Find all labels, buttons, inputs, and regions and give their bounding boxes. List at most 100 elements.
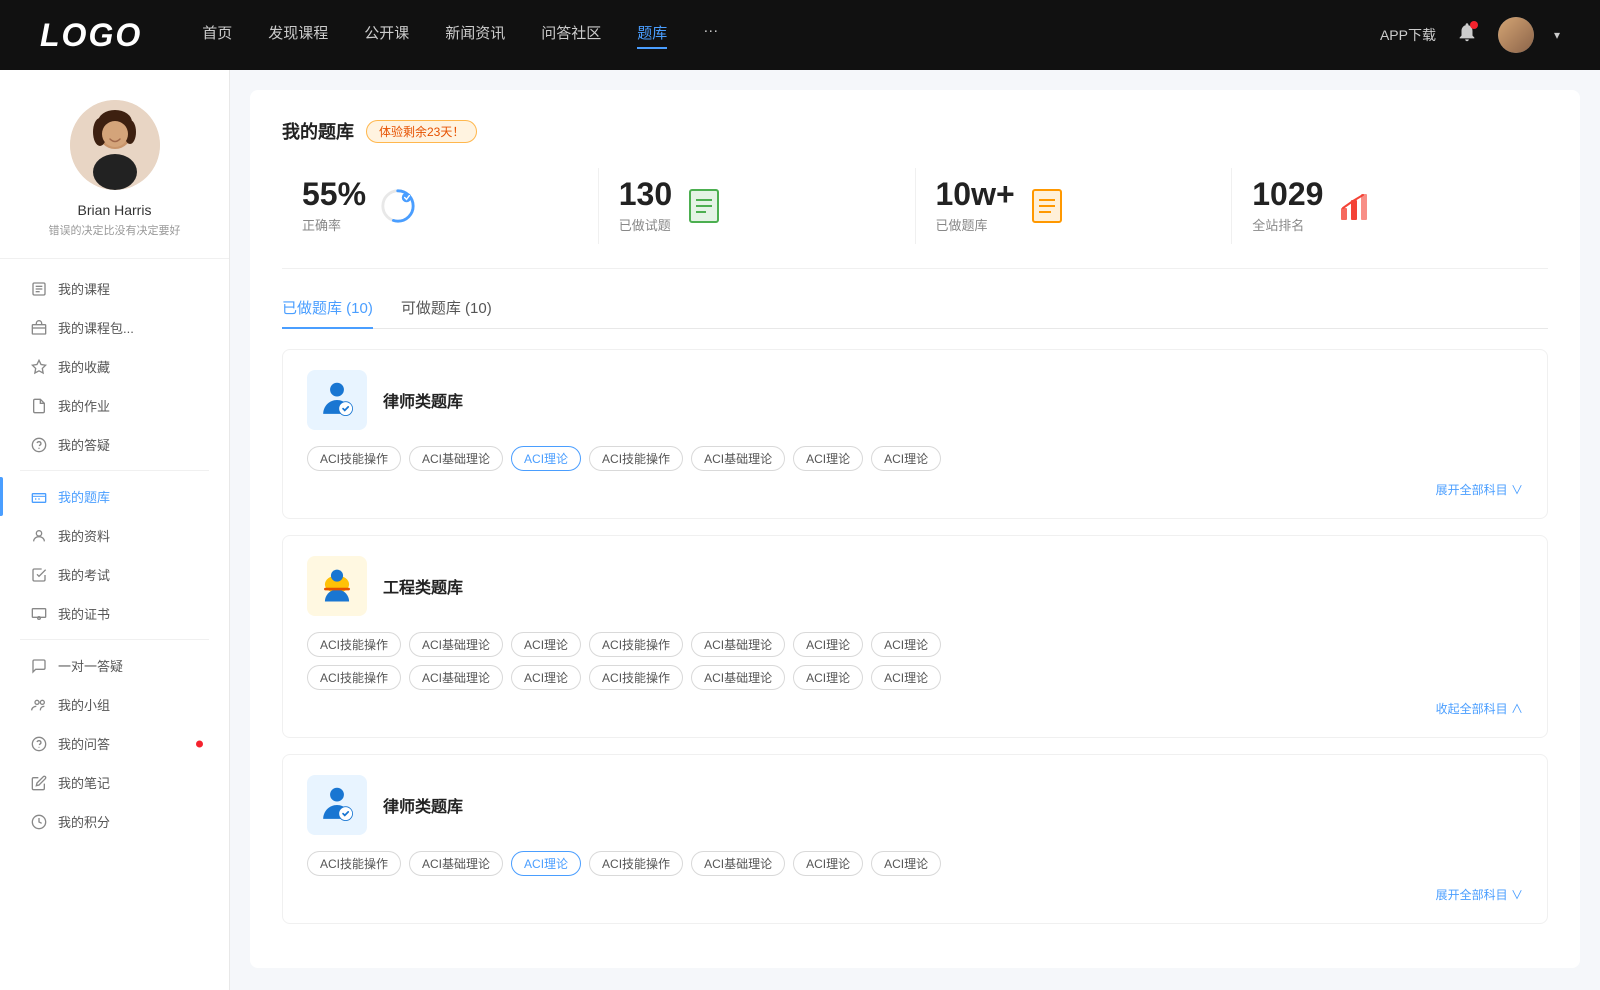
notification-dot (196, 740, 203, 747)
sidebar-item-question[interactable]: 我的问答 (0, 724, 229, 763)
main-layout: Brian Harris 错误的决定比没有决定要好 我的课程 我的课程包... (0, 70, 1600, 990)
bank-tag-selected[interactable]: ACI理论 (511, 446, 581, 471)
stat-done-banks: 10w+ 已做题库 (916, 168, 1233, 244)
stat-rank-value: 1029 (1252, 178, 1323, 210)
stat-accuracy: 55% 正确率 (282, 168, 599, 244)
sidebar-item-label: 我的积分 (58, 812, 110, 831)
nav-news[interactable]: 新闻资讯 (445, 22, 505, 49)
sidebar-item-points[interactable]: 我的积分 (0, 802, 229, 841)
bank-tag[interactable]: ACI基础理论 (691, 851, 785, 876)
nav-bank[interactable]: 题库 (637, 22, 667, 49)
sidebar-item-data[interactable]: 我的资料 (0, 516, 229, 555)
tab-done[interactable]: 已做题库 (10) (282, 297, 373, 328)
stat-accuracy-text: 55% 正确率 (302, 178, 366, 234)
bank-expand-2[interactable]: 收起全部科目 ∧ (307, 700, 1523, 717)
bank-tag[interactable]: ACI理论 (871, 632, 941, 657)
bank-card-header-3: 律师类题库 (307, 775, 1523, 835)
username: Brian Harris (78, 202, 152, 218)
bank-tag[interactable]: ACI基础理论 (409, 665, 503, 690)
nav-qa[interactable]: 问答社区 (541, 22, 601, 49)
engineer-svg (318, 567, 356, 605)
engineer-icon (307, 556, 367, 616)
accuracy-icon (380, 188, 416, 224)
avatar-image (1498, 17, 1534, 53)
bank-tag-selected[interactable]: ACI理论 (511, 851, 581, 876)
active-indicator (0, 477, 3, 516)
exam-icon (30, 566, 48, 584)
notification-bell[interactable] (1456, 21, 1478, 49)
bank-tag[interactable]: ACI理论 (871, 665, 941, 690)
nav-home[interactable]: 首页 (202, 22, 232, 49)
homework-icon (30, 397, 48, 415)
bank-tag[interactable]: ACI理论 (793, 851, 863, 876)
navbar-right: APP下载 ▾ (1380, 17, 1560, 53)
group-icon (30, 696, 48, 714)
sidebar-item-exam[interactable]: 我的考试 (0, 555, 229, 594)
sidebar-item-qa[interactable]: 我的答疑 (0, 425, 229, 464)
sidebar-item-package[interactable]: 我的课程包... (0, 308, 229, 347)
bank-tabs: 已做题库 (10) 可做题库 (10) (282, 297, 1548, 329)
circle-progress-icon (380, 187, 416, 225)
nav-open-course[interactable]: 公开课 (364, 22, 409, 49)
user-menu-chevron[interactable]: ▾ (1554, 28, 1560, 42)
sidebar-item-group[interactable]: 我的小组 (0, 685, 229, 724)
user-avatar[interactable] (1498, 17, 1534, 53)
bank-tag[interactable]: ACI基础理论 (409, 632, 503, 657)
bank-tag[interactable]: ACI基础理论 (691, 446, 785, 471)
sidebar-item-homework[interactable]: 我的作业 (0, 386, 229, 425)
bank-tag[interactable]: ACI技能操作 (307, 851, 401, 876)
sidebar-item-favorites[interactable]: 我的收藏 (0, 347, 229, 386)
sidebar-item-notes[interactable]: 我的笔记 (0, 763, 229, 802)
sidebar-item-label: 我的课程包... (58, 318, 134, 337)
bank-tag[interactable]: ACI理论 (793, 632, 863, 657)
done-banks-icon (1029, 188, 1065, 224)
chart-icon (1337, 188, 1373, 224)
bank-tag[interactable]: ACI基础理论 (691, 632, 785, 657)
bank-tag[interactable]: ACI基础理论 (409, 851, 503, 876)
bank-tag[interactable]: ACI技能操作 (589, 632, 683, 657)
stat-done-text: 130 已做试题 (619, 178, 672, 234)
sidebar-item-label: 我的作业 (58, 396, 110, 415)
logo: LOGO (40, 17, 142, 54)
bank-card-title-1: 律师类题库 (383, 388, 463, 412)
bank-tag[interactable]: ACI技能操作 (589, 665, 683, 690)
stat-accuracy-value: 55% (302, 178, 366, 210)
one2one-icon (30, 657, 48, 675)
bank-tag[interactable]: ACI基础理论 (409, 446, 503, 471)
sidebar-item-label: 我的收藏 (58, 357, 110, 376)
nav-discover[interactable]: 发现课程 (268, 22, 328, 49)
sidebar-item-label: 我的课程 (58, 279, 110, 298)
stat-done-questions: 130 已做试题 (599, 168, 916, 244)
bank-tag[interactable]: ACI理论 (511, 632, 581, 657)
sidebar-item-label: 我的资料 (58, 526, 110, 545)
bank-tag[interactable]: ACI技能操作 (307, 665, 401, 690)
qa-icon (30, 436, 48, 454)
bank-tag[interactable]: ACI技能操作 (307, 632, 401, 657)
bank-tag[interactable]: ACI技能操作 (589, 446, 683, 471)
bank-tag[interactable]: ACI理论 (793, 665, 863, 690)
trial-badge: 体验剩余23天！ (366, 120, 477, 143)
bank-tag[interactable]: ACI基础理论 (691, 665, 785, 690)
sidebar-item-bank[interactable]: 我的题库 (0, 477, 229, 516)
bank-tag[interactable]: ACI技能操作 (307, 446, 401, 471)
bank-tag[interactable]: ACI理论 (511, 665, 581, 690)
lawyer-icon-1 (307, 370, 367, 430)
sidebar-item-course[interactable]: 我的课程 (0, 269, 229, 308)
notification-dot (1470, 21, 1478, 29)
bank-tag[interactable]: ACI理论 (793, 446, 863, 471)
divider (20, 470, 209, 471)
app-download-button[interactable]: APP下载 (1380, 25, 1436, 45)
bank-tags-2-row1: ACI技能操作 ACI基础理论 ACI理论 ACI技能操作 ACI基础理论 AC… (307, 632, 1523, 657)
content-inner: 我的题库 体验剩余23天！ 55% 正确率 (250, 90, 1580, 968)
sidebar-item-one2one[interactable]: 一对一答疑 (0, 646, 229, 685)
bank-tag[interactable]: ACI理论 (871, 446, 941, 471)
stat-done-value: 130 (619, 178, 672, 210)
bank-expand-3[interactable]: 展开全部科目 ∨ (307, 886, 1523, 903)
sidebar-item-cert[interactable]: 我的证书 (0, 594, 229, 633)
tab-available[interactable]: 可做题库 (10) (401, 297, 492, 328)
bank-expand-1[interactable]: 展开全部科目 ∨ (307, 481, 1523, 498)
bank-icon (30, 488, 48, 506)
nav-more[interactable]: ··· (703, 22, 718, 49)
bank-tag[interactable]: ACI理论 (871, 851, 941, 876)
bank-tag[interactable]: ACI技能操作 (589, 851, 683, 876)
